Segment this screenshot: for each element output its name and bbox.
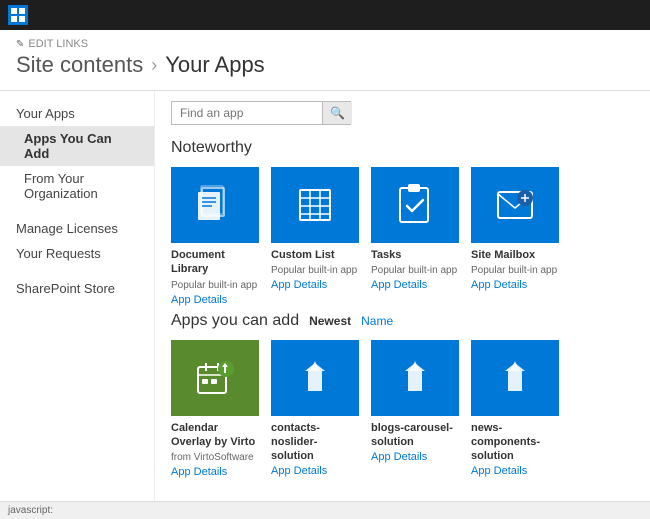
- app-tile-blogs-carousel: blogs-carousel-solution App Details: [371, 340, 459, 479]
- site-mailbox-icon[interactable]: [471, 167, 559, 243]
- edit-links[interactable]: ✎ EDIT LINKS: [16, 38, 634, 50]
- search-button[interactable]: 🔍: [322, 102, 352, 124]
- sidebar: Your Apps Apps You Can Add From Your Org…: [0, 91, 155, 501]
- contacts-noslider-icon[interactable]: [271, 340, 359, 416]
- sidebar-item-from-your-org[interactable]: From Your Organization: [0, 166, 154, 206]
- apps-can-add-title: Apps you can add: [171, 312, 299, 330]
- blogs-carousel-name: blogs-carousel-solution: [371, 421, 459, 450]
- app-tile-custom-list: Custom List Popular built-in app App Det…: [271, 167, 359, 306]
- document-library-icon[interactable]: [171, 167, 259, 243]
- breadcrumb-current: Your Apps: [165, 52, 265, 78]
- windows-logo-icon: [8, 5, 28, 25]
- custom-list-name: Custom List: [271, 248, 359, 262]
- search-input[interactable]: [172, 102, 322, 124]
- main-layout: Your Apps Apps You Can Add From Your Org…: [0, 91, 650, 501]
- document-library-name: Document Library: [171, 248, 259, 277]
- top-bar: [0, 0, 650, 30]
- breadcrumb-separator: ›: [151, 55, 157, 76]
- bottom-bar: javascript:: [0, 501, 650, 519]
- noteworthy-grid: Document Library Popular built-in app Ap…: [171, 167, 634, 306]
- apps-can-add-header: Apps you can add Newest Name: [171, 312, 634, 330]
- blogs-carousel-details[interactable]: App Details: [371, 451, 459, 463]
- app-tile-document-library: Document Library Popular built-in app Ap…: [171, 167, 259, 306]
- tasks-icon[interactable]: [371, 167, 459, 243]
- site-mailbox-name: Site Mailbox: [471, 248, 559, 262]
- contacts-noslider-details[interactable]: App Details: [271, 465, 359, 477]
- site-mailbox-subtitle: Popular built-in app: [471, 264, 559, 277]
- app-tile-news-components: news-components-solution App Details: [471, 340, 559, 479]
- tasks-name: Tasks: [371, 248, 459, 262]
- breadcrumb: Site contents › Your Apps: [16, 52, 634, 78]
- filter-newest-button[interactable]: Newest: [309, 314, 351, 328]
- bottom-bar-text: javascript:: [8, 505, 53, 516]
- sidebar-item-your-apps[interactable]: Your Apps: [0, 101, 154, 126]
- site-mailbox-details[interactable]: App Details: [471, 279, 559, 291]
- pencil-icon: ✎: [16, 39, 24, 50]
- filter-name-button[interactable]: Name: [361, 314, 393, 328]
- sidebar-item-manage-licenses[interactable]: Manage Licenses: [0, 216, 154, 241]
- blogs-carousel-icon[interactable]: [371, 340, 459, 416]
- search-bar: 🔍: [171, 101, 351, 125]
- calendar-overlay-details[interactable]: App Details: [171, 466, 259, 478]
- custom-list-subtitle: Popular built-in app: [271, 264, 359, 277]
- custom-list-details[interactable]: App Details: [271, 279, 359, 291]
- app-tile-contacts-noslider: contacts-noslider-solution App Details: [271, 340, 359, 479]
- content-area: 🔍 Noteworthy Document Library: [155, 91, 650, 501]
- calendar-overlay-icon[interactable]: [171, 340, 259, 416]
- document-library-subtitle: Popular built-in app: [171, 279, 259, 292]
- app-tile-site-mailbox: Site Mailbox Popular built-in app App De…: [471, 167, 559, 306]
- document-library-details[interactable]: App Details: [171, 294, 259, 306]
- header: ✎ EDIT LINKS Site contents › Your Apps: [0, 30, 650, 91]
- news-components-icon[interactable]: [471, 340, 559, 416]
- noteworthy-title: Noteworthy: [171, 139, 634, 157]
- news-components-name: news-components-solution: [471, 421, 559, 464]
- app-tile-tasks: Tasks Popular built-in app App Details: [371, 167, 459, 306]
- news-components-details[interactable]: App Details: [471, 465, 559, 477]
- custom-list-icon[interactable]: [271, 167, 359, 243]
- edit-links-label: EDIT LINKS: [28, 38, 88, 50]
- calendar-overlay-subtitle: from VirtoSoftware: [171, 451, 259, 464]
- sidebar-item-apps-you-can-add[interactable]: Apps You Can Add: [0, 126, 154, 166]
- breadcrumb-root[interactable]: Site contents: [16, 52, 143, 78]
- tasks-details[interactable]: App Details: [371, 279, 459, 291]
- tasks-subtitle: Popular built-in app: [371, 264, 459, 277]
- calendar-overlay-name: Calendar Overlay by Virto: [171, 421, 259, 450]
- sidebar-item-your-requests[interactable]: Your Requests: [0, 241, 154, 266]
- sidebar-item-sharepoint-store[interactable]: SharePoint Store: [0, 276, 154, 301]
- contacts-noslider-name: contacts-noslider-solution: [271, 421, 359, 464]
- app-tile-calendar-overlay: Calendar Overlay by Virto from VirtoSoft…: [171, 340, 259, 479]
- apps-can-add-grid: Calendar Overlay by Virto from VirtoSoft…: [171, 340, 634, 479]
